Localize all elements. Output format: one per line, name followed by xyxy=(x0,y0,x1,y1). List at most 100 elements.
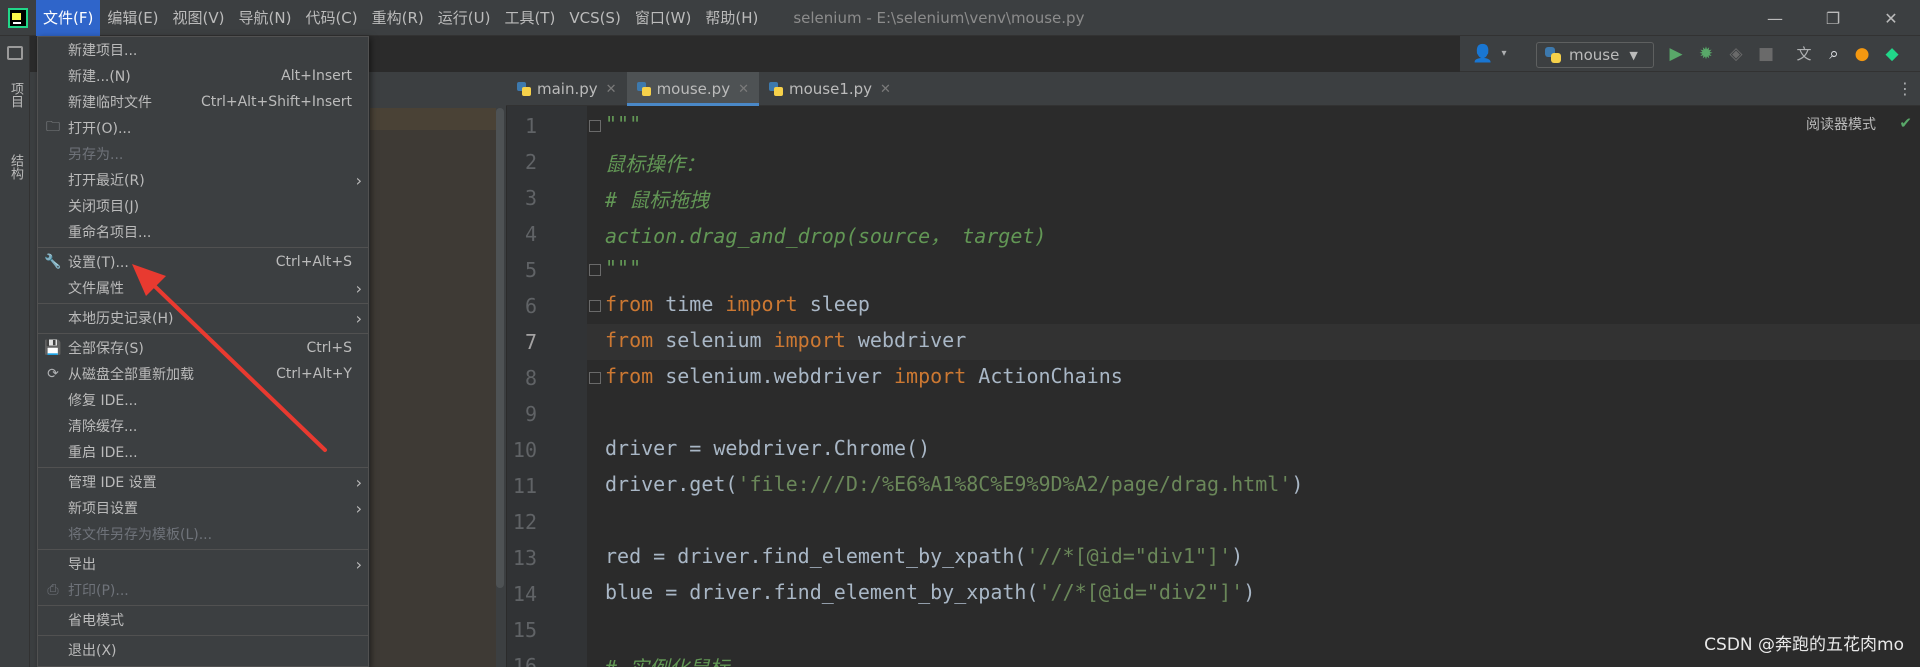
debug-icon[interactable]: ✹ xyxy=(1696,44,1716,64)
menu-new-project-settings[interactable]: 新项目设置 › xyxy=(38,495,368,521)
coverage-icon[interactable]: ◈ xyxy=(1726,44,1746,64)
menu-separator xyxy=(38,303,368,304)
tab-main-py[interactable]: main.py ✕ xyxy=(507,72,627,106)
menu-navigate[interactable]: 导航(N) xyxy=(232,0,299,36)
fold-marker-icon[interactable] xyxy=(589,372,601,384)
line-number: 10 xyxy=(512,438,537,462)
user-icon[interactable]: 👤 xyxy=(1472,44,1493,64)
menu-help[interactable]: 帮助(H) xyxy=(698,0,765,36)
menu-reload-all[interactable]: ⟳ 从磁盘全部重新加载 Ctrl+Alt+Y xyxy=(38,361,368,387)
close-icon[interactable]: ✕ xyxy=(738,82,749,97)
code-line: 鼠标操作： xyxy=(605,152,705,176)
code-editor[interactable]: 1 2 3 4 5 6 7 8 9 10 11 12 13 14 15 16 "… xyxy=(507,106,1920,667)
menu-exit[interactable]: 退出(X) xyxy=(38,637,368,663)
menu-export[interactable]: 导出 › xyxy=(38,551,368,577)
stop-icon[interactable]: ■ xyxy=(1756,44,1776,64)
line-number: 5 xyxy=(524,258,537,282)
menu-tools[interactable]: 工具(T) xyxy=(497,0,562,36)
code-line: """ xyxy=(605,112,642,136)
project-window-icon[interactable] xyxy=(7,46,23,60)
folder-icon: 🗀 xyxy=(46,119,60,135)
line-number: 8 xyxy=(524,366,537,390)
pycharm-logo-icon[interactable] xyxy=(0,0,36,36)
menu-open[interactable]: 🗀 打开(O)... xyxy=(38,115,368,141)
python-file-icon xyxy=(636,82,651,96)
chevron-down-icon[interactable]: ▾ xyxy=(1494,44,1514,64)
line-number: 1 xyxy=(524,114,537,138)
restore-button[interactable]: ❐ xyxy=(1804,0,1862,36)
close-button[interactable]: ✕ xyxy=(1862,0,1920,36)
menu-edit[interactable]: 编辑(E) xyxy=(100,0,165,36)
run-config-label: mouse xyxy=(1569,46,1620,64)
menu-repair-ide[interactable]: 修复 IDE... xyxy=(38,387,368,413)
chevron-right-icon: › xyxy=(355,472,362,492)
line-number: 6 xyxy=(524,294,537,318)
menu-new-scratch-file[interactable]: 新建临时文件 Ctrl+Alt+Shift+Insert xyxy=(38,89,368,115)
check-icon[interactable]: ✔ xyxy=(1899,114,1912,132)
project-tool-tab[interactable]: 项目 xyxy=(6,82,25,108)
menu-code[interactable]: 代码(C) xyxy=(298,0,364,36)
menu-file[interactable]: 文件(F) xyxy=(36,0,101,36)
menu-refactor[interactable]: 重构(R) xyxy=(365,0,431,36)
menu-view[interactable]: 视图(V) xyxy=(166,0,232,36)
chevron-right-icon: › xyxy=(355,308,362,328)
menu-window[interactable]: 窗口(W) xyxy=(628,0,699,36)
menu-restart-ide[interactable]: 重启 IDE... xyxy=(38,439,368,465)
close-icon[interactable]: ✕ xyxy=(880,82,891,97)
structure-tool-tab[interactable]: 结构 xyxy=(6,154,25,180)
menu-new[interactable]: 新建...(N) Alt+Insert xyxy=(38,63,368,89)
run-icon[interactable]: ▶ xyxy=(1666,44,1686,64)
close-icon[interactable]: ✕ xyxy=(606,82,617,97)
tab-mouse-py[interactable]: mouse.py ✕ xyxy=(626,72,760,106)
search-icon[interactable]: ⌕ xyxy=(1824,44,1844,64)
line-number: 11 xyxy=(512,474,537,498)
jetbrains-icon[interactable]: ◆ xyxy=(1882,44,1902,64)
panel-scrollbar[interactable] xyxy=(496,108,504,588)
menu-file-properties[interactable]: 文件属性 › xyxy=(38,275,368,301)
python-file-icon xyxy=(768,82,783,96)
line-number: 13 xyxy=(512,546,537,570)
menu-print: ⎙ 打印(P)... xyxy=(38,577,368,603)
line-number: 7 xyxy=(524,330,537,354)
fold-marker-icon[interactable] xyxy=(589,120,601,132)
code-line: """ xyxy=(605,256,642,280)
menu-separator xyxy=(38,605,368,606)
menu-close-project[interactable]: 关闭项目(J) xyxy=(38,193,368,219)
code-line: driver = webdriver.Chrome() xyxy=(605,436,931,460)
fold-marker-icon[interactable] xyxy=(589,300,601,312)
menu-manage-ide-settings[interactable]: 管理 IDE 设置 › xyxy=(38,469,368,495)
line-number: 9 xyxy=(524,402,537,426)
code-line: blue = driver.find_element_by_xpath('//*… xyxy=(605,580,1256,604)
watermark: CSDN @奔跑的五花肉mo xyxy=(1704,635,1904,655)
translate-icon[interactable]: 文 xyxy=(1794,44,1814,64)
minimize-button[interactable]: — xyxy=(1746,0,1804,36)
line-number: 3 xyxy=(524,186,537,210)
menu-run[interactable]: 运行(U) xyxy=(431,0,498,36)
menu-power-save-mode[interactable]: 省电模式 xyxy=(38,607,368,633)
run-config-dropdown[interactable]: mouse ▼ xyxy=(1536,42,1654,68)
menu-rename-project[interactable]: 重命名项目... xyxy=(38,219,368,245)
update-icon[interactable]: ● xyxy=(1852,44,1872,64)
menu-open-recent[interactable]: 打开最近(R) › xyxy=(38,167,368,193)
menu-save-as-template: 将文件另存为模板(L)... xyxy=(68,527,213,543)
line-number: 14 xyxy=(512,582,537,606)
selected-tree-row[interactable] xyxy=(370,108,496,130)
menu-invalidate-caches[interactable]: 清除缓存... xyxy=(38,413,368,439)
more-options-icon[interactable]: ⋮ xyxy=(1896,80,1914,98)
fold-marker-icon[interactable] xyxy=(589,264,601,276)
chevron-right-icon: › xyxy=(355,170,362,190)
reader-mode-toggle[interactable]: 阅读器模式 xyxy=(1806,114,1876,134)
line-number: 12 xyxy=(512,510,537,534)
menu-new-project[interactable]: 新建项目... xyxy=(38,37,368,63)
printer-icon: ⎙ xyxy=(47,582,59,598)
tab-mouse1-py[interactable]: mouse1.py ✕ xyxy=(759,72,901,106)
menu-separator xyxy=(38,247,368,248)
menu-local-history[interactable]: 本地历史记录(H) › xyxy=(38,305,368,331)
code-line: from selenium.webdriver import ActionCha… xyxy=(605,364,1123,388)
code-line: driver.get('file:///D:/%E6%A1%8C%E9%9D%A… xyxy=(605,472,1304,496)
code-line: red = driver.find_element_by_xpath('//*[… xyxy=(605,544,1244,568)
menu-settings[interactable]: 🔧 设置(T)... Ctrl+Alt+S xyxy=(38,249,368,275)
menu-save-all[interactable]: 💾 全部保存(S) Ctrl+S xyxy=(38,335,368,361)
tab-label: mouse.py xyxy=(656,80,731,98)
menu-vcs[interactable]: VCS(S) xyxy=(562,0,627,36)
